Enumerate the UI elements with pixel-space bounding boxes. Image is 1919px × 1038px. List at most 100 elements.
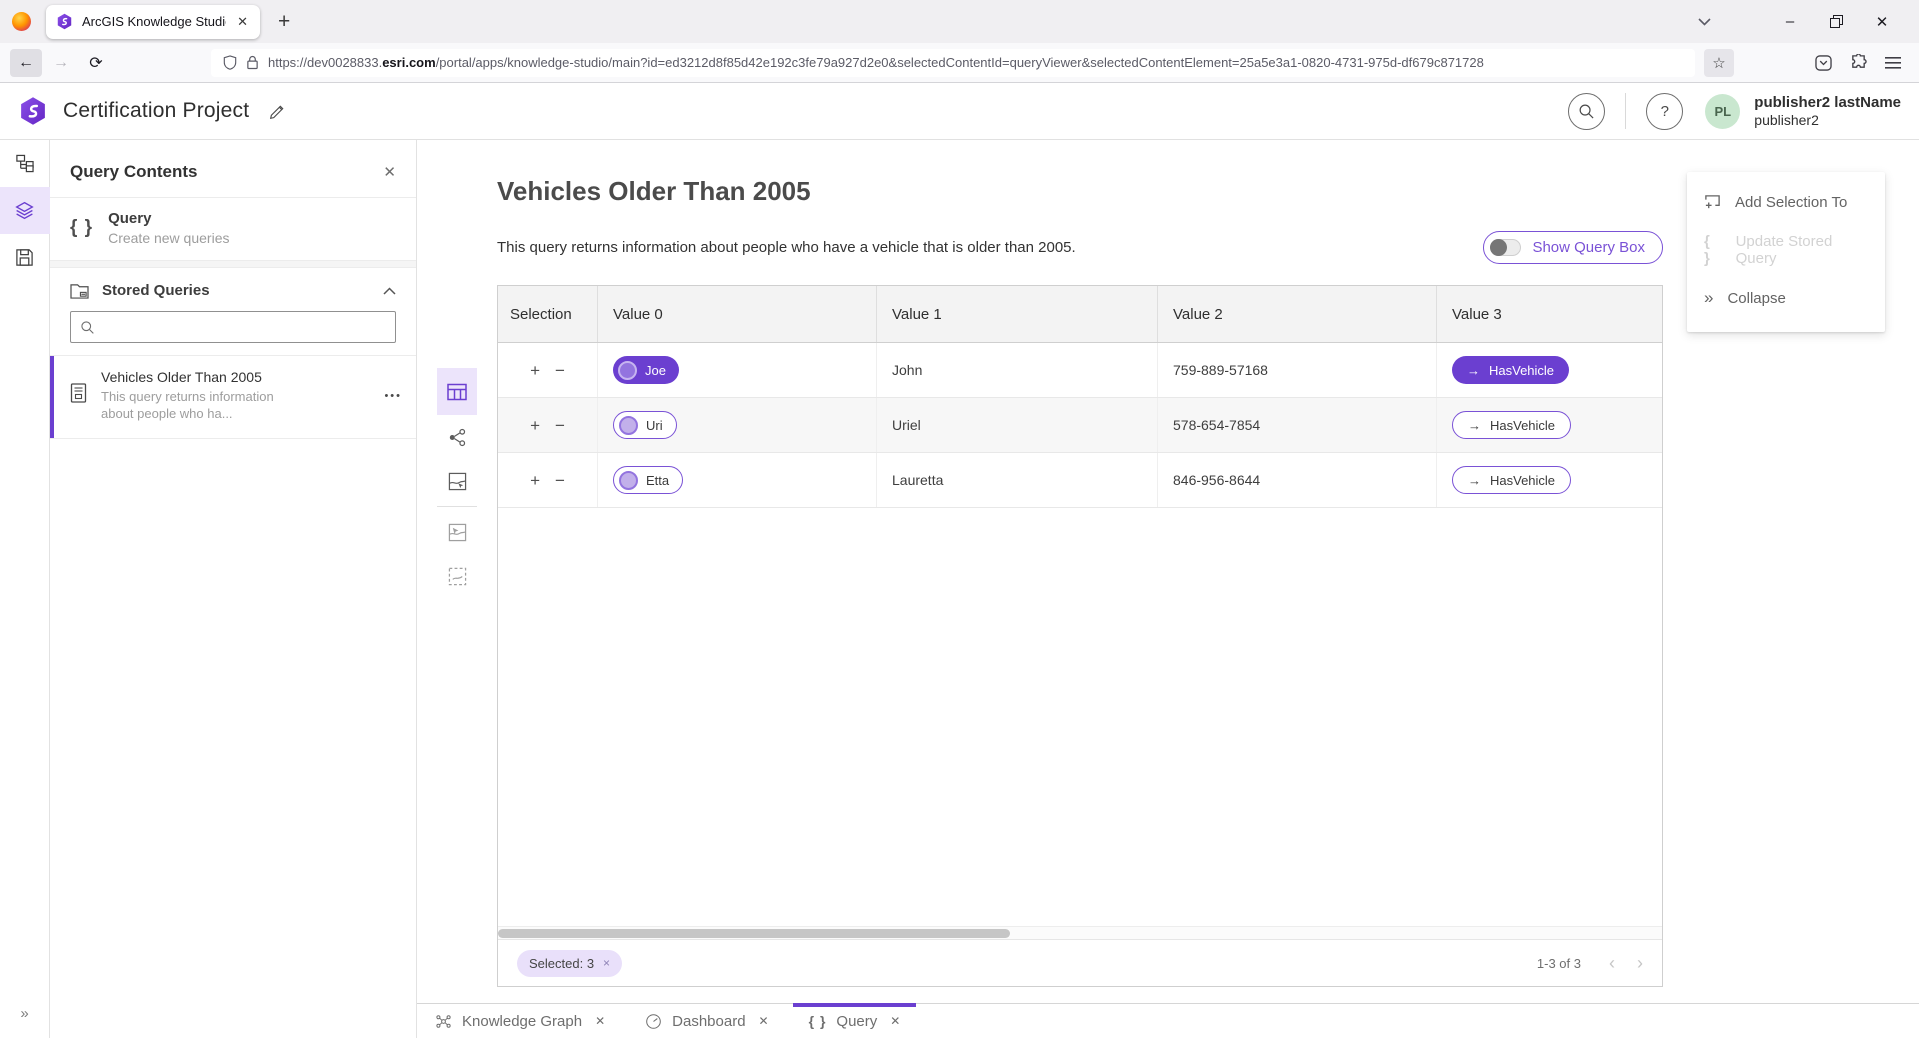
data-model-icon[interactable] [0,140,50,187]
clear-selection-icon[interactable]: × [603,956,610,970]
pagination-range: 1-3 of 3 [1537,956,1581,971]
select-plus-button[interactable]: + [530,362,540,379]
table-view-icon[interactable] [437,368,477,415]
deselect-minus-button[interactable]: − [555,362,565,379]
layers-icon[interactable] [0,187,50,234]
tab-knowledge-graph[interactable]: Knowledge Graph ✕ [419,1004,621,1038]
result-title: Vehicles Older Than 2005 [497,176,1663,207]
add-to-map-icon[interactable] [437,510,477,554]
collapse-item[interactable]: » Collapse [1687,274,1885,322]
column-header-value0[interactable]: Value 0 [598,286,877,342]
value2-cell[interactable]: 759-889-57168 [1158,343,1437,397]
window-restore-button[interactable] [1813,5,1859,39]
entity-pill[interactable]: Uri [613,411,677,439]
query-item-title: Query [108,210,229,227]
selected-count-chip[interactable]: Selected: 3 × [517,950,622,977]
column-header-selection[interactable]: Selection [498,286,598,342]
panel-close-icon[interactable]: ✕ [383,163,396,181]
tab-dashboard-label: Dashboard [672,1013,745,1030]
reload-button[interactable]: ⟳ [80,49,112,77]
relationship-pill[interactable]: → HasVehicle [1452,466,1571,494]
previous-page-icon[interactable]: ‹ [1609,954,1615,972]
expand-rail-chevrons-icon[interactable]: » [0,1005,50,1022]
tab-close-icon[interactable]: ✕ [759,1014,769,1028]
menu-hamburger-icon[interactable] [1877,49,1909,77]
add-selection-to-item[interactable]: Add Selection To [1687,178,1885,226]
stored-queries-search[interactable] [70,311,396,343]
stored-query-description: This query returns information about peo… [101,389,306,423]
user-avatar[interactable]: PL [1705,94,1740,129]
knowledge-graph-icon [435,1013,452,1030]
address-bar[interactable]: https://dev0028833.esri.com/portal/apps/… [211,49,1695,77]
column-header-value3[interactable]: Value 3 [1437,286,1662,342]
value1-cell[interactable]: Uriel [877,398,1158,452]
stored-queries-header[interactable]: Stored Queries [50,268,416,307]
value2-cell[interactable]: 578-654-7854 [1158,398,1437,452]
scrollbar-thumb[interactable] [498,929,1010,938]
tab-query-label: Query [836,1013,877,1030]
select-plus-button[interactable]: + [530,472,540,489]
entity-pill[interactable]: Etta [613,466,683,494]
relationship-pill[interactable]: → HasVehicle [1452,411,1571,439]
edit-title-pencil-icon[interactable] [269,103,286,120]
entity-pill[interactable]: Joe [613,356,679,384]
query-item[interactable]: { } Query Create new queries [50,198,416,261]
map-view-icon[interactable] [437,459,477,503]
search-icon [80,320,95,335]
collapse-chevrons-icon: » [1704,288,1713,308]
tab-close-icon[interactable]: ✕ [595,1014,605,1028]
deselect-minus-button[interactable]: − [555,472,565,489]
entity-label: Etta [646,473,669,488]
back-button[interactable]: ← [10,49,42,77]
next-page-icon[interactable]: › [1637,954,1643,972]
stored-query-doc-icon [69,383,88,403]
value1-cell[interactable]: Lauretta [877,453,1158,507]
selection-map-icon[interactable] [437,554,477,598]
tab-dashboard[interactable]: Dashboard ✕ [629,1004,784,1038]
project-title: Certification Project [63,99,249,123]
lock-icon[interactable] [246,55,259,70]
save-icon[interactable] [0,234,50,281]
new-tab-button[interactable]: + [278,10,290,34]
deselect-minus-button[interactable]: − [555,417,565,434]
value2-cell[interactable]: 846-956-8644 [1158,453,1437,507]
forward-button[interactable]: → [45,49,77,77]
tracking-shield-icon[interactable] [223,55,237,70]
tab-list-chevron-icon[interactable] [1681,5,1727,39]
update-stored-query-item[interactable]: { } Update Stored Query [1687,226,1885,274]
show-query-box-toggle[interactable]: Show Query Box [1483,231,1663,264]
update-stored-query-label: Update Stored Query [1736,233,1868,267]
column-header-value2[interactable]: Value 2 [1158,286,1437,342]
table-body: + − Joe John 759-889-57168 → HasVehicle … [498,343,1662,508]
show-query-box-label: Show Query Box [1532,239,1645,256]
column-header-value1[interactable]: Value 1 [877,286,1158,342]
stored-query-item[interactable]: Vehicles Older Than 2005 This query retu… [50,355,416,439]
table-empty-area [498,508,1662,926]
value1-cell[interactable]: John [877,343,1158,397]
arcgis-knowledge-favicon-icon [56,13,73,30]
tab-close-icon[interactable]: ✕ [890,1014,900,1028]
search-input[interactable] [103,320,386,335]
browser-tab[interactable]: ArcGIS Knowledge Studio ✕ [46,5,260,39]
panel-title: Query Contents [70,162,383,182]
relationship-pill[interactable]: → HasVehicle [1452,356,1569,384]
horizontal-scrollbar[interactable] [498,926,1662,939]
tab-close-icon[interactable]: ✕ [235,14,250,30]
selection-cell: + − [498,343,598,397]
window-minimize-button[interactable]: – [1767,5,1813,39]
extensions-puzzle-icon[interactable] [1842,49,1874,77]
search-button[interactable] [1568,93,1605,130]
link-chart-view-icon[interactable] [437,415,477,459]
select-plus-button[interactable]: + [530,417,540,434]
stored-query-more-icon[interactable]: ••• [384,390,402,402]
collapse-section-chevron-icon[interactable] [383,287,396,295]
user-info[interactable]: publisher2 lastName publisher2 [1754,94,1901,129]
bookmark-star-icon[interactable]: ☆ [1704,49,1734,77]
left-icon-rail: » [0,140,50,1038]
firefox-logo-icon[interactable] [12,12,31,31]
window-close-button[interactable]: ✕ [1859,5,1905,39]
tab-query[interactable]: { } Query ✕ [793,1004,917,1038]
pocket-icon[interactable] [1807,49,1839,77]
relationship-arrow-icon: → [1467,363,1480,378]
help-button[interactable]: ? [1646,93,1683,130]
